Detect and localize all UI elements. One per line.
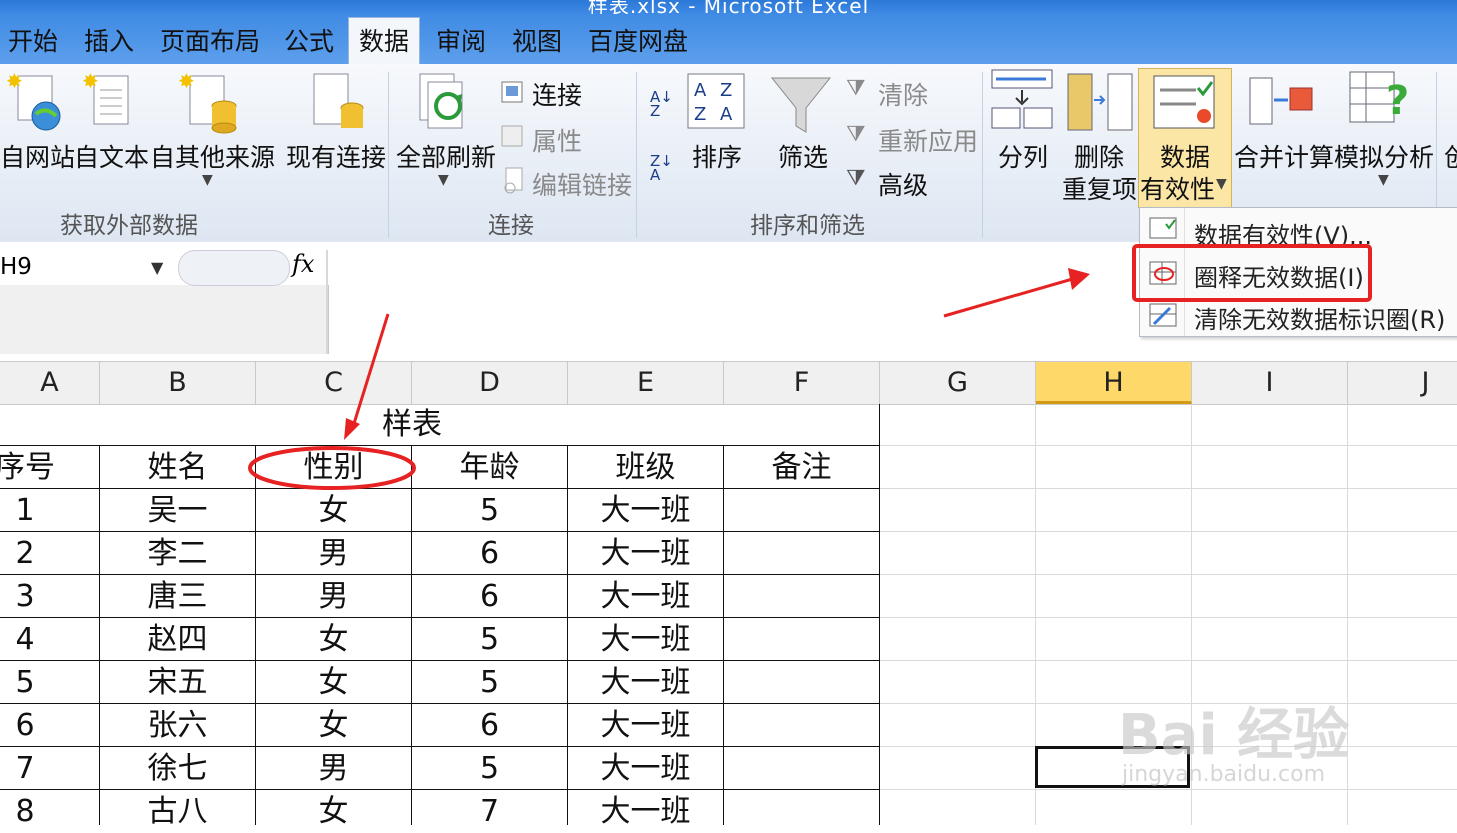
- menu-item-clear-validation-circles[interactable]: 清除无效数据标识圈(R): [1194, 300, 1445, 335]
- baidu-watermark: Bai 经验: [1118, 703, 1350, 768]
- clear-circles-icon: [1149, 303, 1177, 327]
- data-validation-small-icon: [1149, 217, 1177, 239]
- baidu-watermark-url: jingyan.baidu.com: [1122, 762, 1326, 787]
- highlight-box: [1132, 244, 1372, 302]
